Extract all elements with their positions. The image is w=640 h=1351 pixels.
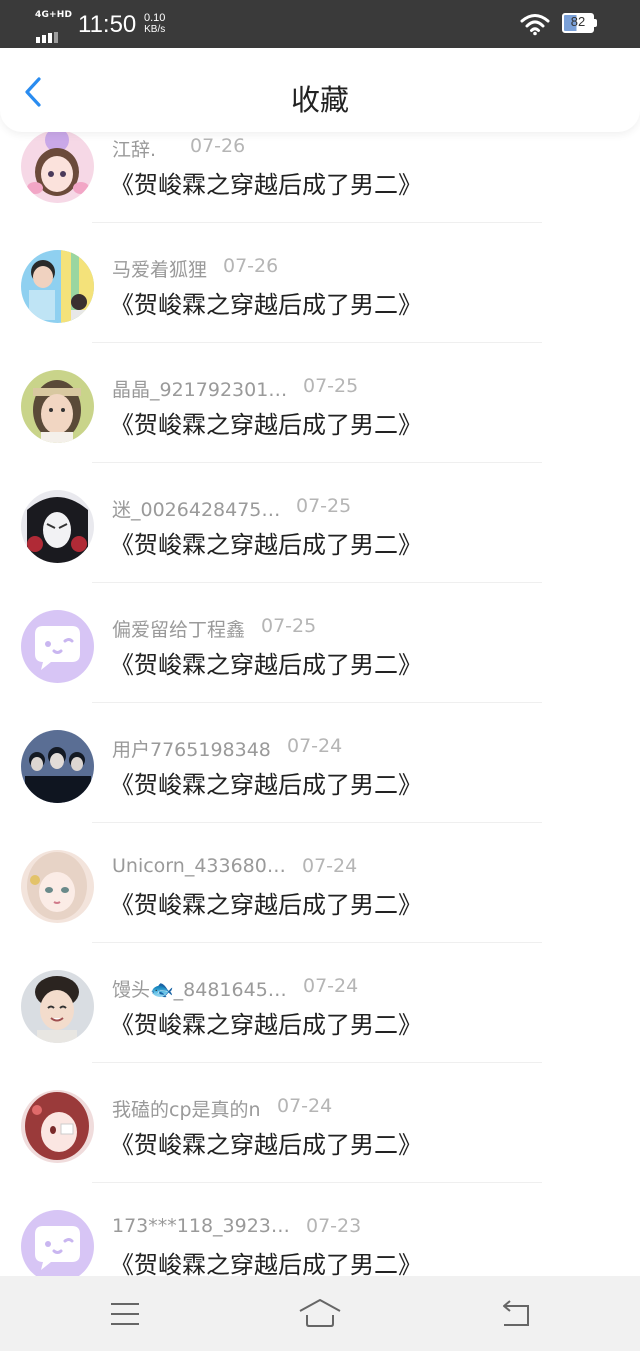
item-date: 07-25 (296, 495, 352, 517)
list-item[interactable]: 馒头🐟_8481645… 07-24 《贺峻霖之穿越后成了男二》 (0, 960, 640, 1080)
avatar[interactable] (21, 730, 94, 803)
list-item[interactable]: 迷_0026428475… 07-25 《贺峻霖之穿越后成了男二》 (0, 480, 640, 600)
divider (92, 342, 542, 343)
divider (92, 582, 542, 583)
item-date: 07-24 (303, 975, 359, 997)
story-title[interactable]: 《贺峻霖之穿越后成了男二》 (110, 765, 422, 800)
item-date: 07-23 (306, 1215, 362, 1237)
avatar[interactable] (21, 490, 94, 563)
user-name: 迷_0026428475… (112, 499, 281, 521)
avatar[interactable] (21, 370, 94, 443)
story-title[interactable]: 《贺峻霖之穿越后成了男二》 (110, 165, 422, 200)
system-nav-bar (0, 1276, 640, 1351)
default-avatar-icon[interactable] (21, 610, 94, 683)
story-title[interactable]: 《贺峻霖之穿越后成了男二》 (110, 525, 422, 560)
item-date: 07-25 (261, 615, 317, 637)
item-date: 07-24 (277, 1095, 333, 1117)
story-title[interactable]: 《贺峻霖之穿越后成了男二》 (110, 405, 422, 440)
list-item[interactable]: 偏爱留给丁程鑫 07-25 《贺峻霖之穿越后成了男二》 (0, 600, 640, 720)
battery-level: 82 (570, 14, 586, 29)
avatar[interactable] (21, 250, 94, 323)
item-date: 07-25 (303, 375, 359, 397)
story-title[interactable]: 《贺峻霖之穿越后成了男二》 (110, 885, 422, 920)
user-name: 马爱着狐狸 (112, 259, 208, 281)
item-date: 07-24 (302, 855, 358, 877)
list-item[interactable]: 我磕的cp是真的n 07-24 《贺峻霖之穿越后成了男二》 (0, 1080, 640, 1200)
user-name: 173***118_3923… (112, 1215, 290, 1237)
avatar[interactable] (21, 130, 94, 203)
page-title: 收藏 (290, 83, 349, 117)
user-name: Unicorn_433680… (112, 855, 286, 877)
home-icon[interactable] (298, 1298, 342, 1328)
network-speed-unit: KB/s (144, 24, 166, 35)
network-type: 4G+HD (35, 10, 73, 20)
story-title[interactable]: 《贺峻霖之穿越后成了男二》 (110, 1005, 422, 1040)
list-item[interactable]: Unicorn_433680… 07-24 《贺峻霖之穿越后成了男二》 (0, 840, 640, 960)
network-speed: 0.10 KB/s (144, 12, 165, 36)
menu-icon[interactable] (109, 1300, 141, 1328)
story-title[interactable]: 《贺峻霖之穿越后成了男二》 (110, 1245, 422, 1280)
divider (92, 1182, 542, 1183)
story-title[interactable]: 《贺峻霖之穿越后成了男二》 (110, 645, 422, 680)
favorites-list: 江辞. 07-26 《贺峻霖之穿越后成了男二》 马爱着狐狸 07-26 《贺峻霖之穿越后成… (0, 120, 640, 1320)
user-name: 我磕的cp是真的n (112, 1099, 261, 1121)
battery-icon: 82 (562, 13, 598, 35)
avatar[interactable] (21, 850, 94, 923)
divider (92, 462, 542, 463)
status-bar: 4G+HD 11:50 0.10 KB/s 82 (0, 0, 640, 48)
story-title[interactable]: 《贺峻霖之穿越后成了男二》 (110, 1125, 422, 1160)
user-name: 晶晶_921792301… (112, 379, 288, 401)
avatar[interactable] (21, 1090, 94, 1163)
status-time: 11:50 (78, 11, 137, 38)
list-item[interactable]: 江辞. 07-26 《贺峻霖之穿越后成了男二》 (0, 120, 640, 240)
wifi-icon (520, 14, 550, 36)
user-name: 用户7765198348 (112, 739, 271, 761)
divider (92, 1062, 542, 1063)
divider (92, 702, 542, 703)
divider (92, 942, 542, 943)
item-date: 07-26 (190, 135, 246, 157)
default-avatar-icon[interactable] (21, 1210, 94, 1283)
user-name: 馒头🐟_8481645… (112, 979, 287, 1001)
list-item[interactable]: 晶晶_921792301… 07-25 《贺峻霖之穿越后成了男二》 (0, 360, 640, 480)
list-item[interactable]: 用户7765198348 07-24 《贺峻霖之穿越后成了男二》 (0, 720, 640, 840)
user-name: 江辞. (112, 139, 157, 161)
screen: 4G+HD 11:50 0.10 KB/s 82 江辞. 07-26 《贺峻霖之穿越… (0, 0, 640, 1351)
item-date: 07-26 (223, 255, 279, 277)
network-speed-value: 0.10 (144, 12, 166, 24)
story-title[interactable]: 《贺峻霖之穿越后成了男二》 (110, 285, 422, 320)
user-name: 偏爱留给丁程鑫 (112, 619, 246, 641)
divider (92, 822, 542, 823)
list-item[interactable]: 马爱着狐狸 07-26 《贺峻霖之穿越后成了男二》 (0, 240, 640, 360)
back-icon[interactable] (498, 1300, 532, 1328)
header: 收藏 (0, 48, 640, 132)
divider (92, 222, 542, 223)
avatar[interactable] (21, 970, 94, 1043)
signal-icon (36, 24, 60, 43)
item-date: 07-24 (287, 735, 343, 757)
